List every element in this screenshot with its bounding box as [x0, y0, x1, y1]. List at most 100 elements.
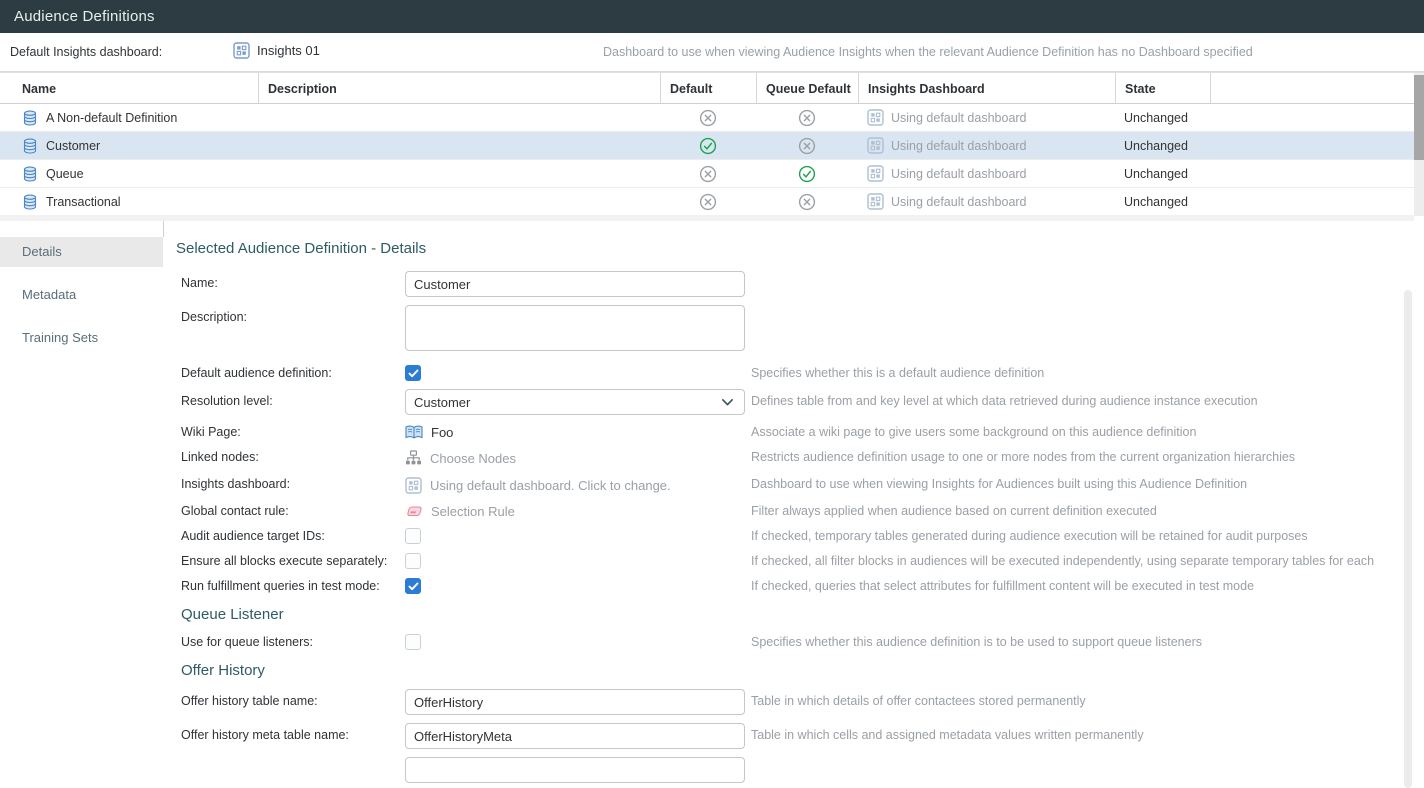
- field-label: Default audience definition:: [181, 364, 405, 380]
- default-dashboard-label: Default Insights dashboard:: [10, 45, 162, 59]
- select-dropdown[interactable]: Customer: [405, 389, 745, 415]
- column-header-description[interactable]: Description: [258, 73, 660, 104]
- field-help-text: If checked, all filter blocks in audienc…: [751, 552, 1374, 568]
- wiki-book-icon: [405, 425, 423, 440]
- form-row: Audit audience target IDs:If checked, te…: [176, 527, 1424, 544]
- field-label: Offer history table name:: [181, 689, 405, 708]
- database-icon: [22, 138, 38, 154]
- queue-default-x-circle-icon[interactable]: [798, 109, 816, 127]
- table-horizontal-scrollbar[interactable]: [0, 215, 1414, 221]
- default-check-circle-icon[interactable]: [699, 137, 717, 155]
- scrollbar-thumb[interactable]: [1414, 75, 1424, 160]
- column-header-insights-dashboard[interactable]: Insights Dashboard: [858, 73, 1115, 104]
- text-input[interactable]: [405, 689, 745, 715]
- checkbox[interactable]: [405, 634, 421, 650]
- field-label: [181, 757, 405, 762]
- queue-default-x-circle-icon[interactable]: [798, 193, 816, 211]
- default-dashboard-picker[interactable]: Insights 01: [233, 42, 320, 59]
- table-vertical-scrollbar[interactable]: [1414, 73, 1424, 216]
- field-help-text: Associate a wiki page to give users some…: [751, 423, 1196, 439]
- field-label: Ensure all blocks execute separately:: [181, 552, 405, 568]
- field-help-text: Specifies whether this audience definiti…: [751, 633, 1202, 649]
- field-label: Description:: [181, 305, 405, 324]
- row-insights-dashboard[interactable]: Using default dashboard: [858, 104, 1115, 131]
- row-insights-dashboard[interactable]: Using default dashboard: [858, 188, 1115, 215]
- row-name: A Non-default Definition: [46, 111, 177, 125]
- table-row[interactable]: Transactional Using default dashboardUnc…: [0, 188, 1414, 216]
- default-dashboard-row: Default Insights dashboard: Insights 01 …: [0, 33, 1424, 72]
- column-header-state[interactable]: State: [1115, 73, 1210, 104]
- audience-definitions-table: Name Description Default Queue Default I…: [0, 72, 1424, 221]
- section-heading: Queue Listener: [181, 606, 1424, 623]
- column-header-default[interactable]: Default: [660, 73, 756, 104]
- chevron-down-icon: [721, 398, 734, 407]
- field-label: Linked nodes:: [181, 448, 405, 464]
- field-help-text: If checked, queries that select attribut…: [751, 577, 1254, 593]
- field-help-text: Table in which cells and assigned metada…: [751, 723, 1144, 742]
- form-vertical-scrollbar[interactable]: [1404, 290, 1412, 788]
- details-tab-list: Details Metadata Training Sets: [0, 232, 163, 788]
- checkbox[interactable]: [405, 528, 421, 544]
- table-row[interactable]: A Non-default Definition Using default d…: [0, 104, 1414, 132]
- table-row[interactable]: Customer Using default dashboardUnchange…: [0, 132, 1414, 160]
- form-row: Resolution level: Customer Defines table…: [176, 389, 1424, 415]
- dashboard-icon: [867, 165, 884, 182]
- field-help-text: Table in which details of offer contacte…: [751, 689, 1086, 708]
- checkbox[interactable]: [405, 578, 421, 594]
- link-control[interactable]: Choose Nodes: [405, 448, 745, 467]
- dashboard-icon: [233, 42, 250, 59]
- default-x-circle-icon[interactable]: [699, 193, 717, 211]
- queue-default-check-circle-icon[interactable]: [798, 165, 816, 183]
- tab-metadata[interactable]: Metadata: [0, 280, 163, 310]
- default-dashboard-value: Insights 01: [257, 43, 320, 58]
- form-row: Insights dashboard: Using default dashbo…: [176, 475, 1424, 494]
- form-row: Offer history table name: Table in which …: [176, 689, 1424, 715]
- field-label: Insights dashboard:: [181, 475, 405, 491]
- text-input[interactable]: [405, 723, 745, 749]
- table-row[interactable]: Queue Using default dashboardUnchanged: [0, 160, 1414, 188]
- link-control[interactable]: Selection Rule: [405, 502, 745, 519]
- dashboard-icon: [867, 109, 884, 126]
- column-header-queue-default[interactable]: Queue Default: [756, 73, 858, 104]
- row-name: Transactional: [46, 195, 121, 209]
- details-panel: Selected Audience Definition - Details N…: [163, 232, 1424, 788]
- row-name: Queue: [46, 167, 84, 181]
- field-help-text: Dashboard to use when viewing Insights f…: [751, 475, 1247, 491]
- form-row: Ensure all blocks execute separately: If …: [176, 552, 1424, 569]
- row-insights-dashboard[interactable]: Using default dashboard: [858, 132, 1115, 159]
- org-nodes-icon: [405, 450, 422, 467]
- column-header-filler: [1210, 73, 1414, 104]
- form-rows: Name: Description: Default audience defini…: [176, 271, 1424, 783]
- tab-training-sets[interactable]: Training Sets: [0, 323, 163, 353]
- default-x-circle-icon[interactable]: [699, 109, 717, 127]
- column-header-name[interactable]: Name: [0, 73, 258, 104]
- text-input[interactable]: [405, 757, 745, 783]
- field-label: Audit audience target IDs:: [181, 527, 405, 543]
- text-input[interactable]: [405, 271, 745, 297]
- form-row: [176, 757, 1424, 783]
- field-label: Use for queue listeners:: [181, 633, 405, 649]
- field-label: Name:: [181, 271, 405, 290]
- database-icon: [22, 166, 38, 182]
- default-x-circle-icon[interactable]: [699, 165, 717, 183]
- link-control[interactable]: Foo: [405, 423, 745, 440]
- field-label: Wiki Page:: [181, 423, 405, 439]
- checkbox[interactable]: [405, 365, 421, 381]
- form-row: Wiki Page: Foo Associate a wiki page to g…: [176, 423, 1424, 440]
- field-label: Run fulfillment queries in test mode:: [181, 577, 405, 593]
- row-insights-dashboard[interactable]: Using default dashboard: [858, 160, 1115, 187]
- description-textarea[interactable]: [405, 305, 745, 351]
- form-row: Offer history meta table name:Table in w…: [176, 723, 1424, 749]
- table-body: A Non-default Definition Using default d…: [0, 104, 1424, 216]
- dashboard-icon: [405, 477, 422, 494]
- form-row: Use for queue listeners: Specifies whethe…: [176, 633, 1424, 650]
- table-header-row: Name Description Default Queue Default I…: [0, 73, 1414, 104]
- checkbox[interactable]: [405, 553, 421, 569]
- queue-default-x-circle-icon[interactable]: [798, 137, 816, 155]
- field-help-text: Restricts audience definition usage to o…: [751, 448, 1295, 464]
- tab-details[interactable]: Details: [0, 237, 163, 267]
- form-row: Description:: [176, 305, 1424, 356]
- link-control[interactable]: Using default dashboard. Click to change…: [405, 475, 745, 494]
- form-row: Run fulfillment queries in test mode: If…: [176, 577, 1424, 594]
- default-dashboard-hint: Dashboard to use when viewing Audience I…: [603, 45, 1253, 59]
